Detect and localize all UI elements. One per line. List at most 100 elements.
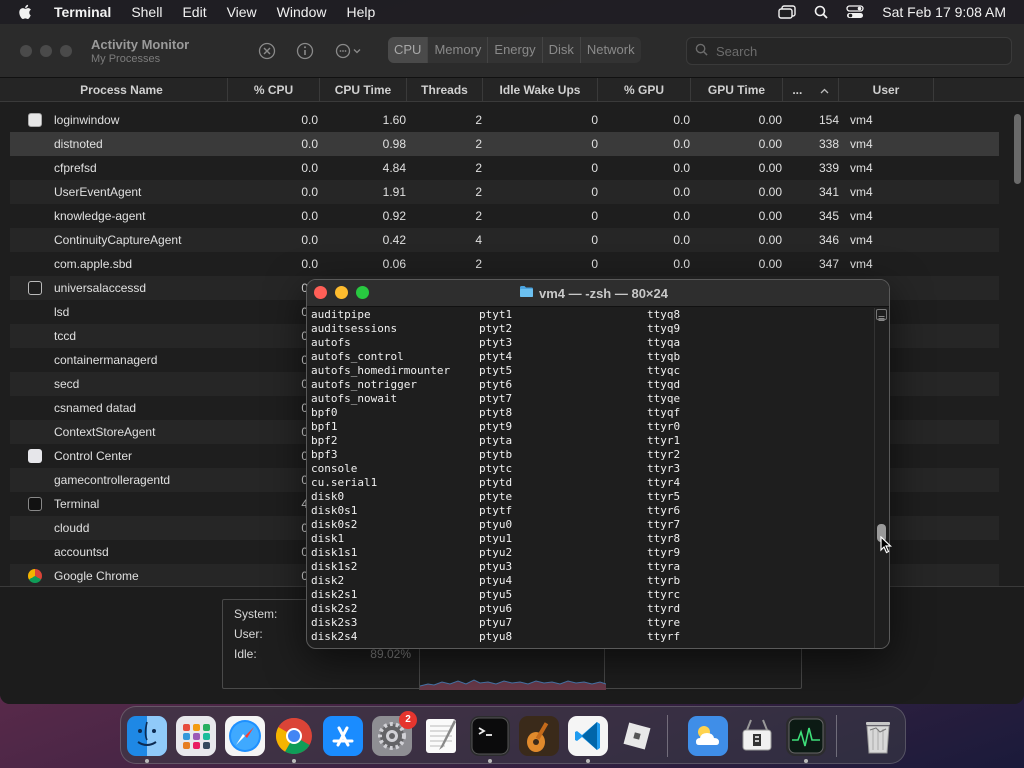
weather-icon[interactable]: [688, 716, 728, 756]
zoom-button[interactable]: [60, 45, 72, 57]
terminal-minimize-button[interactable]: [335, 286, 348, 299]
app-store-icon[interactable]: [323, 716, 363, 756]
process-name: Google Chrome: [54, 569, 139, 583]
roblox-icon[interactable]: [617, 716, 657, 756]
terminal-text: ttyr6: [647, 504, 681, 517]
tab-disk[interactable]: Disk: [543, 37, 581, 63]
apple-menu-icon[interactable]: [18, 4, 38, 20]
terminal-scrollbar[interactable]: [874, 308, 888, 648]
terminal-titlebar[interactable]: vm4 — -zsh — 80×24: [307, 280, 889, 307]
terminal-text: ptytc: [479, 462, 513, 475]
process-name: loginwindow: [54, 113, 120, 127]
stop-process-icon[interactable]: [257, 41, 277, 61]
menu-edit[interactable]: Edit: [182, 4, 206, 20]
terminal-scroll-marks-icon[interactable]: [876, 309, 887, 321]
activity-monitor-running-indicator: [804, 759, 808, 763]
close-button[interactable]: [20, 45, 32, 57]
safari-icon[interactable]: [225, 716, 265, 756]
column-header-cpu[interactable]: % CPU: [228, 78, 320, 102]
gpu-time: 0.00: [758, 257, 782, 271]
table-row[interactable]: UserEventAgent 0.0 1.91 2 0 0.0 0.00 341 vm4: [10, 180, 999, 204]
terminal-text: ttyq9: [647, 322, 681, 335]
threads: 2: [475, 185, 482, 199]
dock-separator: [667, 715, 668, 757]
process-name: csnamed datad: [54, 401, 137, 415]
table-row[interactable]: distnoted 0.0 0.98 2 0 0.0 0.00 338 vm4: [10, 132, 999, 156]
gpu-percent: 0.0: [673, 137, 690, 151]
tab-energy[interactable]: Energy: [488, 37, 543, 63]
minimize-button[interactable]: [40, 45, 52, 57]
process-name: Terminal: [54, 497, 100, 511]
terminal-text: ptyt8: [479, 406, 513, 419]
menu-help[interactable]: Help: [346, 4, 375, 20]
terminal-icon[interactable]: [470, 716, 510, 756]
column-header-gpu-time[interactable]: GPU Time: [691, 78, 783, 102]
terminal-output[interactable]: auditpipe ptyt1 ttyq8 auditsessions ptyt2 tty…: [311, 308, 875, 648]
scrollbar-thumb[interactable]: [1014, 114, 1021, 184]
terminal-text: ttyra: [647, 560, 681, 573]
finder-icon[interactable]: [127, 716, 167, 756]
info-icon[interactable]: [295, 41, 315, 61]
idle-wake-ups: 0: [591, 137, 598, 151]
terminal-close-button[interactable]: [314, 286, 327, 299]
terminal-text: ttyr7: [647, 518, 681, 531]
more-actions-icon[interactable]: [333, 41, 363, 61]
idle-wake-ups: 0: [591, 257, 598, 271]
menubar-clock[interactable]: Sat Feb 17 9:08 AM: [882, 4, 1006, 20]
table-row[interactable]: knowledge-agent 0.0 0.92 2 0 0.0 0.00 345 vm4: [10, 204, 999, 228]
tab-memory[interactable]: Memory: [428, 37, 489, 63]
search-input[interactable]: [716, 43, 996, 59]
trash-icon[interactable]: [858, 716, 898, 756]
terminal-text: ptyt2: [479, 322, 513, 335]
terminal-text: autofs: [311, 336, 351, 349]
textedit-icon[interactable]: [421, 716, 461, 756]
cpu-time: 1.91: [382, 185, 406, 199]
terminal-window[interactable]: vm4 — -zsh — 80×24 auditpipe ptyt1 ttyq8 au…: [306, 279, 890, 649]
cpu-time: 0.92: [382, 209, 406, 223]
menu-shell[interactable]: Shell: [131, 4, 162, 20]
garageband-icon[interactable]: [519, 716, 559, 756]
column-header-threads[interactable]: Threads: [407, 78, 483, 102]
vscode-icon[interactable]: [568, 716, 608, 756]
terminal-zoom-button[interactable]: [356, 286, 369, 299]
column-header-idle-wake-ups[interactable]: Idle Wake Ups: [483, 78, 598, 102]
cpu-percent: 0.0: [301, 233, 318, 247]
stage-manager-icon[interactable]: [778, 5, 796, 19]
terminal-text: ttyrd: [647, 602, 681, 615]
column-header-pid[interactable]: ...: [783, 78, 839, 102]
tab-network[interactable]: Network: [581, 37, 641, 63]
menu-window[interactable]: Window: [277, 4, 327, 20]
pid: 154: [818, 113, 839, 127]
launchpad-icon[interactable]: [176, 716, 216, 756]
column-header-gpu[interactable]: % GPU: [598, 78, 691, 102]
table-row[interactable]: loginwindow 0.0 1.60 2 0 0.0 0.00 154 vm4: [10, 108, 999, 132]
spotlight-search-icon[interactable]: [814, 5, 828, 19]
table-row[interactable]: cfprefsd 0.0 4.84 2 0 0.0 0.00 339 vm4: [10, 156, 999, 180]
idle-wake-ups: 0: [591, 185, 598, 199]
dock: 2: [120, 706, 906, 764]
column-header-process-name[interactable]: Process Name: [16, 78, 228, 102]
terminal-text: disk1s2: [311, 560, 358, 573]
gpu-percent: 0.0: [673, 209, 690, 223]
process-name: tccd: [54, 329, 77, 343]
idle-wake-ups: 0: [591, 209, 598, 223]
tab-cpu[interactable]: CPU: [388, 37, 429, 63]
pid: 347: [818, 257, 839, 271]
gpu-percent: 0.0: [673, 233, 690, 247]
table-row[interactable]: ContinuityCaptureAgent 0.0 0.42 4 0 0.0 0.00 34…: [10, 228, 999, 252]
system-settings-icon[interactable]: 2: [372, 711, 417, 756]
column-header-user[interactable]: User: [839, 78, 934, 102]
terminal-text: disk1s1: [311, 546, 358, 559]
idle-label: Idle:: [234, 647, 257, 661]
archive-utility-icon[interactable]: [737, 716, 777, 756]
control-center-icon[interactable]: [846, 5, 864, 19]
search-field[interactable]: [686, 37, 1012, 65]
chrome-icon[interactable]: [274, 716, 314, 756]
terminal-text: ttyqc: [647, 364, 681, 377]
process-table-scrollbar[interactable]: [1012, 108, 1022, 578]
table-row[interactable]: com.apple.sbd 0.0 0.06 2 0 0.0 0.00 347 vm4: [10, 252, 999, 276]
column-header-cpu-time[interactable]: CPU Time: [320, 78, 407, 102]
menu-app-terminal[interactable]: Terminal: [54, 4, 111, 20]
menu-view[interactable]: View: [227, 4, 257, 20]
activity-monitor-icon[interactable]: [786, 716, 826, 756]
